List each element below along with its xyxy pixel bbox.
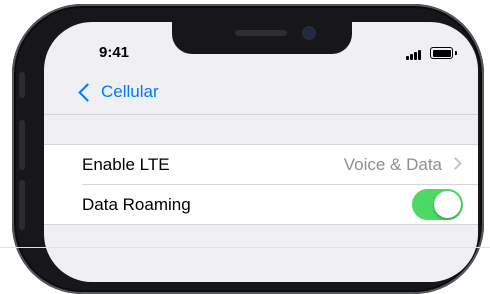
toggle-knob [434, 191, 461, 218]
camera-icon [304, 28, 314, 38]
volume-down-button [19, 180, 25, 230]
signal-icon [406, 48, 424, 60]
page-bottom-line [0, 247, 490, 248]
chevron-left-icon [78, 82, 97, 102]
iphone-frame: 9:41 Cellular Enable LTE Voice & Data Da… [12, 4, 484, 294]
status-time: 9:41 [99, 44, 130, 61]
back-button[interactable]: Cellular [78, 82, 159, 102]
phone-screen: 9:41 Cellular Enable LTE Voice & Data Da… [44, 22, 478, 282]
data-roaming-label: Data Roaming [82, 194, 191, 214]
enable-lte-value: Voice & Data [343, 154, 442, 174]
notch [172, 22, 352, 54]
enable-lte-row[interactable]: Enable LTE Voice & Data [44, 145, 478, 184]
nav-bar-divider [44, 114, 478, 115]
data-roaming-row: Data Roaming [44, 185, 478, 224]
data-roaming-toggle[interactable] [412, 189, 463, 220]
battery-icon [430, 47, 457, 59]
chevron-right-icon [449, 157, 462, 170]
back-button-label: Cellular [101, 82, 159, 101]
enable-lte-label: Enable LTE [82, 154, 170, 174]
settings-group: Enable LTE Voice & Data Data Roaming [44, 144, 478, 225]
mute-switch [19, 72, 25, 98]
speaker-grille [235, 30, 287, 36]
volume-up-button [19, 120, 25, 170]
